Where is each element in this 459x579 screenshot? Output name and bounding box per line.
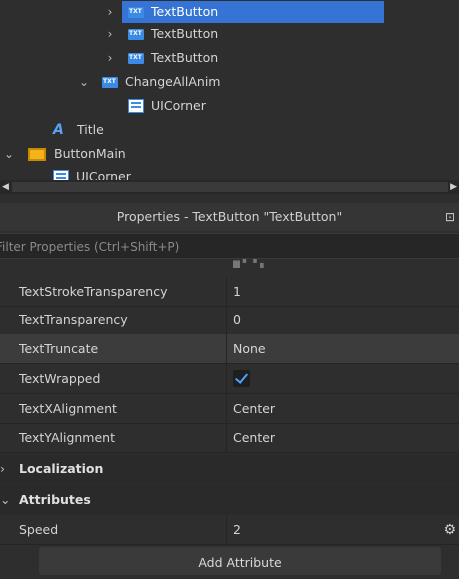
tree-row-textbutton-2[interactable]: › TextButton (104, 23, 219, 45)
attribute-value[interactable]: 2 (233, 515, 241, 545)
property-row-textwrapped[interactable]: TextWrapped (0, 364, 459, 394)
horizontal-scrollbar[interactable]: ◀ ▶ (0, 180, 459, 194)
property-row-textyalignment[interactable]: TextYAlignment Center (0, 423, 459, 453)
properties-header: Properties - TextButton "TextButton" ⊡ (0, 203, 459, 231)
tree-item-label: TextButton (151, 4, 219, 19)
property-row-textstroketransparency[interactable]: TextStrokeTransparency 1 (0, 277, 459, 307)
section-localization[interactable]: › Localization (0, 454, 459, 484)
textwrapped-checkbox[interactable] (233, 370, 250, 387)
tree-item-label: TextButton (151, 26, 219, 41)
chevron-right-icon[interactable]: › (104, 23, 116, 45)
filter-placeholder: Filter Properties (Ctrl+Shift+P) (0, 240, 180, 254)
tree-row-title[interactable]: A Title (53, 119, 104, 141)
property-name: TextTruncate (19, 341, 99, 356)
property-row-texttruncate[interactable]: TextTruncate None (0, 334, 459, 364)
chevron-right-icon[interactable]: › (104, 47, 116, 69)
gear-icon[interactable]: ⚙ (443, 515, 456, 545)
chevron-right-icon[interactable]: › (104, 1, 116, 23)
scroll-left-icon[interactable]: ◀ (2, 180, 9, 194)
property-value[interactable]: 1 (233, 277, 241, 307)
uicorner-icon (53, 170, 69, 180)
tree-row-changeallanim[interactable]: ⌄ ChangeAllAnim (78, 71, 221, 93)
section-label: Localization (19, 461, 104, 476)
tree-item-label: Title (77, 122, 104, 137)
chevron-right-icon[interactable]: › (0, 454, 5, 484)
property-value[interactable]: None (233, 334, 266, 364)
textbutton-icon (128, 23, 144, 45)
partial-row: ▆ ▘▝▗ (233, 259, 264, 268)
textbutton-icon (128, 47, 144, 69)
filter-properties-input[interactable]: Filter Properties (Ctrl+Shift+P) (0, 233, 459, 259)
scrollbar-thumb[interactable] (12, 182, 448, 192)
tree-item-label: UICorner (151, 98, 206, 113)
tree-row-buttonmain[interactable]: ⌄ ButtonMain (3, 143, 126, 165)
tree-row-textbutton-1[interactable]: › TextButton (104, 1, 385, 23)
property-row-texttransparency[interactable]: TextTransparency 0 (0, 305, 459, 335)
property-name: TextXAlignment (19, 401, 117, 416)
property-name: TextYAlignment (19, 430, 115, 445)
section-label: Attributes (19, 492, 91, 507)
tree-row-textbutton-3[interactable]: › TextButton (104, 47, 219, 69)
section-attributes[interactable]: ⌄ Attributes (0, 485, 459, 515)
textbutton-icon (102, 71, 118, 93)
tree-item-label: ButtonMain (54, 146, 126, 161)
dock-icon[interactable]: ⊡ (445, 203, 455, 231)
property-value[interactable]: Center (233, 394, 275, 424)
chevron-down-icon[interactable]: ⌄ (78, 71, 90, 93)
add-attribute-button[interactable]: Add Attribute (39, 547, 441, 575)
chevron-down-icon[interactable]: ⌄ (0, 485, 10, 515)
frame-icon (28, 147, 46, 161)
property-row-textxalignment[interactable]: TextXAlignment Center (0, 394, 459, 424)
properties-title: Properties - TextButton "TextButton" (116, 209, 343, 224)
chevron-down-icon[interactable]: ⌄ (3, 143, 15, 165)
add-attribute-label: Add Attribute (198, 555, 282, 570)
property-name: TextStrokeTransparency (19, 284, 168, 299)
property-name: TextTransparency (19, 312, 128, 327)
attribute-name: Speed (19, 522, 59, 537)
explorer-tree: › TextButton › TextButton › TextButton ⌄… (0, 0, 459, 180)
attribute-row-speed[interactable]: Speed 2 ⚙ (0, 515, 459, 545)
tree-row-uicorner[interactable]: UICorner (128, 95, 206, 117)
textbutton-icon (128, 1, 144, 23)
tree-item-label: TextButton (151, 50, 219, 65)
property-value[interactable]: Center (233, 423, 275, 453)
tree-row-uicorner-2[interactable]: UICorner (53, 166, 131, 180)
property-value[interactable]: 0 (233, 305, 241, 335)
selected-item[interactable]: TextButton (122, 1, 385, 23)
tree-item-label: UICorner (76, 169, 131, 180)
textlabel-icon: A (53, 122, 64, 138)
uicorner-icon (128, 99, 144, 113)
property-name: TextWrapped (19, 371, 101, 386)
scroll-right-icon[interactable]: ▶ (450, 180, 457, 194)
tree-item-label: ChangeAllAnim (125, 74, 221, 89)
